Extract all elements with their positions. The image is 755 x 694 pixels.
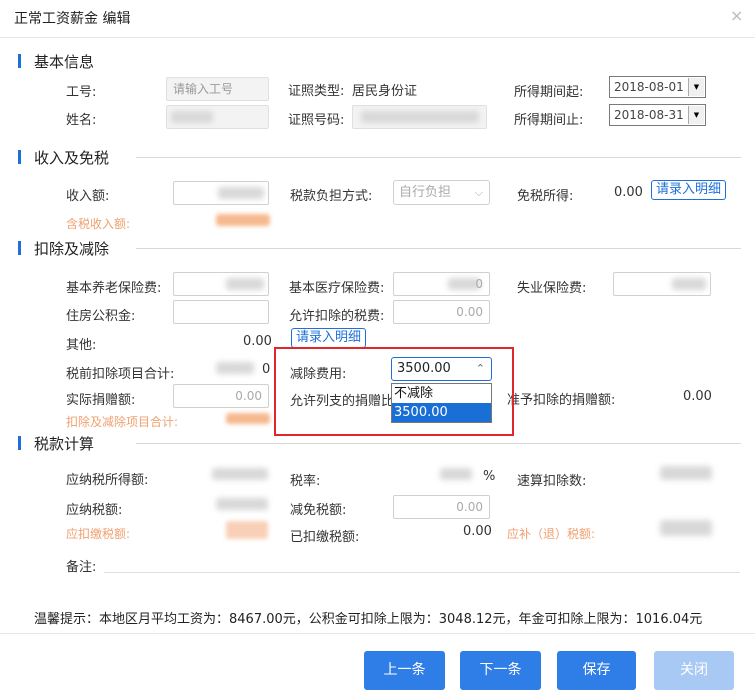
dropdown-arrow-icon[interactable]: ▼ bbox=[688, 106, 704, 124]
section-marker bbox=[18, 436, 21, 450]
reduction-tax-label: 减免税额: bbox=[290, 503, 347, 518]
other-detail-button[interactable]: 请录入明细 bbox=[291, 328, 367, 348]
redacted-income bbox=[218, 187, 264, 199]
section-divider bbox=[136, 248, 741, 249]
id-input[interactable]: 请输入工号 bbox=[166, 77, 269, 101]
footer-divider bbox=[0, 633, 755, 634]
section-tax-title: 税款计算 bbox=[34, 435, 95, 453]
tax-burden-label: 税款负担方式: bbox=[290, 189, 373, 204]
close-icon[interactable]: × bbox=[730, 6, 743, 25]
allowed-donation-label: 准予扣除的捐赠额: bbox=[507, 393, 616, 408]
donation-label: 实际捐赠额: bbox=[66, 393, 136, 408]
exempt-label: 免税所得: bbox=[517, 189, 574, 204]
pension-label: 基本养老保险费: bbox=[66, 281, 162, 296]
title-divider bbox=[0, 37, 755, 38]
next-button[interactable]: 下一条 bbox=[460, 651, 541, 690]
other-label: 其他: bbox=[66, 338, 97, 353]
allowed-tax-input[interactable]: 0.00 bbox=[393, 300, 490, 324]
redacted-tax-payable bbox=[216, 498, 268, 510]
cert-type-label: 证照类型: bbox=[288, 84, 345, 99]
refund-label: 应补（退）税额: bbox=[507, 527, 596, 541]
medical-input[interactable]: 0 bbox=[393, 272, 490, 296]
allowed-donation-value: 0.00 bbox=[683, 389, 712, 404]
period-end-label: 所得期间止: bbox=[514, 113, 584, 128]
donation-input[interactable]: 0.00 bbox=[173, 384, 269, 408]
period-end-value: 2018-08-31 bbox=[614, 108, 684, 122]
section-marker bbox=[18, 241, 21, 255]
remark-label: 备注: bbox=[66, 560, 97, 575]
name-label: 姓名: bbox=[66, 113, 97, 128]
redacted-pension bbox=[226, 278, 264, 290]
medical-value-fragment: 0 bbox=[475, 277, 483, 291]
period-start-date[interactable]: 2018-08-01 ▼ bbox=[609, 76, 706, 98]
withhold-label: 应扣缴税额: bbox=[66, 527, 131, 541]
income-input[interactable] bbox=[173, 181, 269, 205]
redacted-refund bbox=[660, 520, 712, 536]
taxable-income-label: 含税收入额: bbox=[66, 217, 131, 231]
income-label: 收入额: bbox=[66, 189, 110, 204]
rate-label: 税率: bbox=[290, 474, 321, 489]
withheld-label: 已扣缴税额: bbox=[290, 530, 360, 545]
section-divider bbox=[136, 443, 741, 444]
redacted-taxable-income bbox=[216, 214, 270, 226]
pretax-total-fragment: 0 bbox=[262, 362, 271, 377]
remark-input[interactable] bbox=[104, 572, 740, 573]
cert-no-label: 证照号码: bbox=[288, 113, 345, 128]
reduction-tax-input[interactable]: 0.00 bbox=[393, 495, 490, 519]
prev-button[interactable]: 上一条 bbox=[364, 651, 445, 690]
tax-burden-value: 自行负担 bbox=[399, 185, 452, 200]
exempt-value: 0.00 bbox=[614, 185, 643, 200]
allowed-tax-label: 允许扣除的税费: bbox=[289, 309, 385, 324]
highlight-box bbox=[274, 347, 514, 436]
withheld-value: 0.00 bbox=[463, 524, 492, 539]
unemployment-label: 失业保险费: bbox=[517, 281, 587, 296]
redacted-withhold bbox=[226, 521, 268, 539]
redacted-unemployment bbox=[672, 278, 706, 290]
taxable-label: 应纳税所得额: bbox=[66, 473, 149, 488]
redacted-quick-deduction bbox=[660, 466, 712, 480]
redacted-name bbox=[171, 111, 213, 123]
redacted-deduct-total bbox=[226, 413, 270, 424]
section-basic-title: 基本信息 bbox=[34, 53, 95, 71]
close-button[interactable]: 关闭 bbox=[654, 651, 734, 690]
tax-burden-select[interactable]: 自行负担 ⌵ bbox=[393, 180, 490, 205]
housing-input[interactable] bbox=[173, 300, 269, 324]
dropdown-arrow-icon[interactable]: ▼ bbox=[688, 78, 704, 96]
pension-input[interactable] bbox=[173, 272, 269, 296]
unemployment-input[interactable] bbox=[613, 272, 711, 296]
period-start-value: 2018-08-01 bbox=[614, 80, 684, 94]
pretax-total-label: 税前扣除项目合计: bbox=[66, 367, 175, 382]
section-marker bbox=[18, 150, 21, 164]
period-end-date[interactable]: 2018-08-31 ▼ bbox=[609, 104, 706, 126]
redacted-cert-no bbox=[361, 111, 479, 123]
tax-payable-label: 应纳税额: bbox=[66, 503, 123, 518]
section-income-title: 收入及免税 bbox=[34, 149, 110, 167]
medical-label: 基本医疗保险费: bbox=[289, 281, 385, 296]
section-marker bbox=[18, 54, 21, 68]
redacted-rate bbox=[440, 468, 472, 480]
id-label: 工号: bbox=[66, 85, 97, 100]
other-value: 0.00 bbox=[243, 334, 272, 349]
redacted-taxable bbox=[212, 468, 268, 480]
quick-deduction-label: 速算扣除数: bbox=[517, 474, 587, 489]
cert-type-value: 居民身份证 bbox=[352, 84, 418, 99]
name-input[interactable] bbox=[166, 105, 269, 129]
redacted-pretax-total bbox=[216, 362, 254, 374]
section-deduct-title: 扣除及减除 bbox=[34, 240, 110, 258]
exempt-detail-button[interactable]: 请录入明细 bbox=[651, 180, 727, 200]
tip-note: 温馨提示：本地区月平均工资为：8467.00元，公积金可扣除上限为：3048.1… bbox=[34, 612, 703, 627]
save-button[interactable]: 保存 bbox=[557, 651, 636, 690]
chevron-down-icon: ⌵ bbox=[474, 186, 483, 199]
period-start-label: 所得期间起: bbox=[514, 85, 584, 100]
rate-unit: % bbox=[483, 469, 496, 484]
section-divider bbox=[136, 157, 741, 158]
cert-no-input[interactable] bbox=[352, 105, 487, 129]
housing-label: 住房公积金: bbox=[66, 309, 136, 324]
deduct-total-label: 扣除及减除项目合计: bbox=[66, 415, 179, 429]
dialog-title: 正常工资薪金 编辑 bbox=[14, 11, 131, 27]
